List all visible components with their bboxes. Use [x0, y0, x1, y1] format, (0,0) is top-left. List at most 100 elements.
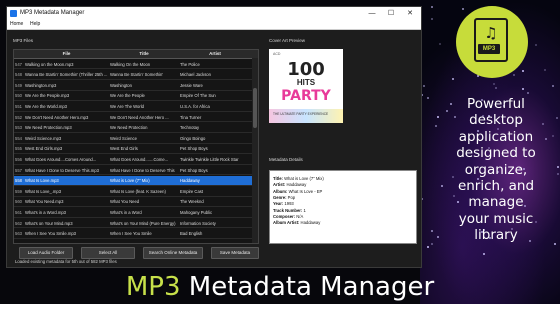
mp3-file-icon: ♫ MP3	[474, 18, 508, 62]
row-title: Walking On the Moon	[110, 61, 151, 67]
row-file: What's on Your Mind.mp3	[25, 220, 73, 226]
star	[426, 246, 429, 249]
row-title: What's on Your Mind (Pure Energy)	[110, 220, 176, 226]
row-title: What You Need	[110, 199, 140, 205]
table-row[interactable]: 558 What Is Love.mp3 What is Love (7" Mix)…	[14, 175, 252, 186]
detail-value: Haddaway	[300, 220, 321, 226]
detail-line: Track Number: 1	[273, 208, 306, 213]
table-row[interactable]: 555 West End Girls.mp3 West End Girls Pet S…	[14, 144, 252, 155]
table-row[interactable]: 559 What Is Love_.mp3 What Is Love (feat. …	[14, 186, 252, 197]
row-number: 549	[15, 82, 22, 88]
cover-art-label: Cover Art Preview	[269, 38, 306, 43]
row-artist: The Police	[180, 61, 200, 67]
row-number: 559	[15, 188, 22, 194]
table-row[interactable]: 548 Wanna Be Startin' Somethin' (Thriller…	[14, 70, 252, 80]
row-artist: Pet Shop Boys	[180, 167, 208, 173]
row-number: 548	[15, 72, 22, 78]
table-row[interactable]: 563 When I See You Smile.mp3 When I See Yo…	[14, 229, 252, 239]
detail-key: Year:	[273, 201, 284, 207]
row-number: 556	[15, 156, 22, 162]
app-icon	[10, 10, 17, 17]
star	[431, 17, 434, 20]
scrollbar-thumb[interactable]	[253, 88, 257, 128]
row-file: What Is Love.mp3	[25, 178, 59, 184]
row-artist: Technotay	[180, 125, 200, 131]
row-number: 563	[15, 231, 22, 237]
star	[430, 242, 433, 245]
row-file: What's in a Word.mp3	[25, 209, 66, 215]
row-number: 561	[15, 209, 22, 215]
star	[556, 166, 559, 169]
star	[431, 5, 434, 8]
row-title: We Are The World	[110, 103, 144, 109]
table-row[interactable]: 556 What Goes Around....Comes Around... Wh…	[14, 154, 252, 165]
table-row[interactable]: 552 We Don't Need Another Hero.mp3 We Don'…	[14, 112, 252, 123]
music-note-icon: ♫	[484, 24, 498, 42]
tagline-line: manage	[468, 194, 524, 211]
menu-home[interactable]: Home	[10, 21, 23, 27]
row-number: 558	[15, 178, 22, 184]
table-scrollbar[interactable]	[252, 58, 258, 243]
mp3-files-table[interactable]: File Title Artist 547 Walking on the Moon…	[13, 49, 259, 244]
detail-line: Year: 1993	[273, 201, 294, 206]
table-row[interactable]: 557 What Have I Done to Deserve This.mp3 W…	[14, 165, 252, 176]
product-banner: MP3 Metadata Manager	[0, 268, 560, 309]
menu-bar: Home Help	[7, 20, 421, 30]
tagline-line: organize,	[464, 161, 528, 178]
row-title: When I See You Smile	[110, 231, 152, 237]
maximize-button[interactable]: ☐	[382, 8, 400, 19]
row-file: When I See You Smile.mp3	[25, 231, 76, 237]
detail-line: Composer: N/A	[273, 214, 303, 219]
table-row[interactable]: 561 What's in a Word.mp3 What's in a Word M…	[14, 207, 252, 218]
row-artist: Bad English	[180, 231, 203, 237]
table-row[interactable]: 549 Washington.mp3 Washington Jessie Ware	[14, 80, 252, 91]
cover-strip-text: THE ULTIMATE PARTY EXPERIENCE	[273, 112, 329, 116]
detail-value: Pop	[287, 194, 296, 200]
row-number: 554	[15, 135, 22, 141]
detail-value: Haddaway	[286, 182, 307, 188]
table-row[interactable]: 554 Weird Science.mp3 Weird Science Oingo B…	[14, 133, 252, 144]
row-artist: Empire Cast	[180, 188, 204, 194]
save-metadata-button[interactable]: Save Metadata	[211, 247, 259, 259]
star	[451, 77, 454, 80]
row-artist: Oingo Boingo	[180, 135, 206, 141]
row-number: 555	[15, 146, 22, 152]
row-file: What Have I Done to Deserve This.mp3	[25, 167, 99, 173]
table-row[interactable]: 551 We Are the World.mp3 We Are The World U…	[14, 101, 252, 112]
table-row[interactable]: 553 We Need Protection.mp3 We Need Protect…	[14, 123, 252, 133]
search-online-metadata-button[interactable]: Search Online Metadata	[143, 247, 203, 259]
row-file: Washington.mp3	[25, 82, 57, 88]
row-title: We Don't Need Another Hero ...	[110, 114, 169, 120]
row-artist: Mahogany Public	[180, 209, 213, 215]
detail-key: Track Number:	[273, 207, 303, 213]
row-title: West End Girls	[110, 146, 138, 152]
load-audio-folder-button[interactable]: Load Audio Folder	[19, 247, 73, 259]
star	[556, 172, 559, 175]
select-all-button[interactable]: Select All	[81, 247, 135, 259]
row-file: What Is Love_.mp3	[25, 188, 62, 194]
star	[495, 86, 498, 89]
row-title: We Are the People	[110, 93, 145, 99]
tagline-line: enrich, and	[457, 178, 535, 195]
row-artist: Michael Jackson	[180, 72, 211, 78]
column-title[interactable]: Title	[110, 51, 178, 56]
table-row[interactable]: 560 What You Need.mp3 What You Need The Wee…	[14, 197, 252, 208]
detail-key: Title:	[273, 176, 283, 181]
close-button[interactable]: ✕	[401, 8, 419, 19]
row-number: 552	[15, 114, 22, 120]
column-file[interactable]: File	[25, 51, 108, 56]
cover-strip: THE ULTIMATE PARTY EXPERIENCE	[269, 109, 343, 123]
tagline-line: application	[458, 128, 534, 145]
minimize-button[interactable]: —	[363, 8, 381, 19]
app-window: MP3 Metadata Manager — ☐ ✕ Home Help MP3…	[6, 6, 422, 268]
banner-accent: MP3	[125, 272, 181, 302]
column-artist[interactable]: Artist	[180, 51, 250, 56]
table-row[interactable]: 550 We Are the People.mp3 We Are the Peopl…	[14, 91, 252, 102]
menu-help[interactable]: Help	[30, 21, 40, 27]
bottom-border	[0, 304, 560, 309]
detail-value: What is Love (7" Mix)	[284, 176, 324, 181]
table-row[interactable]: 562 What's on Your Mind.mp3 What's on Your…	[14, 218, 252, 229]
row-file: We Need Protection.mp3	[25, 125, 72, 131]
row-file: West End Girls.mp3	[25, 146, 63, 152]
table-row[interactable]: 547 Walking on the Moon.mp3 Walking On the…	[14, 59, 252, 70]
